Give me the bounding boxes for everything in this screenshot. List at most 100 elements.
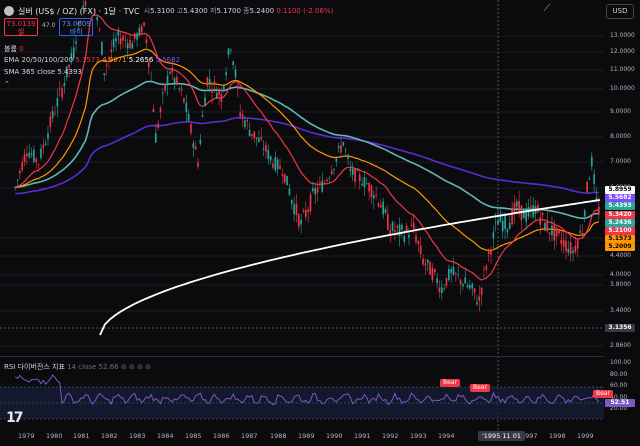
- candle-body: [438, 287, 441, 293]
- candle-body: [492, 232, 495, 239]
- volume-legend[interactable]: 볼륨 0: [4, 44, 24, 54]
- buy-button[interactable]: 73.0609 바이: [59, 18, 94, 36]
- candle-body: [140, 25, 143, 33]
- time-axis-label: 1986: [213, 432, 230, 440]
- price-axis-label: 4.0000: [610, 271, 631, 278]
- candle-body: [466, 284, 469, 288]
- candle-body: [401, 225, 403, 230]
- currency-button[interactable]: USD: [606, 4, 634, 19]
- candle-body: [494, 221, 497, 223]
- symbol-title[interactable]: 실버 (US$ / OZ) (FX) · 1달 · TVC: [18, 6, 140, 17]
- pane-separator[interactable]: [0, 356, 604, 357]
- price-axis-label: 13.0000: [610, 32, 635, 39]
- price-tag: 5.8959: [605, 186, 635, 194]
- candle-body: [21, 162, 24, 171]
- candle-body: [347, 156, 349, 159]
- candle-body: [321, 180, 324, 192]
- sma-legend[interactable]: SMA 365 close 5.4393: [4, 68, 82, 76]
- candle-body: [276, 159, 279, 170]
- candle-body: [340, 145, 342, 153]
- candle-body: [365, 183, 368, 185]
- candle-body: [227, 48, 230, 56]
- time-axis-label: 1994: [438, 432, 455, 440]
- candle-body: [450, 268, 452, 273]
- candle-body: [586, 181, 588, 192]
- candle-body: [279, 165, 281, 169]
- ema200-line: [15, 116, 599, 195]
- candle-body: [110, 49, 113, 53]
- candle-body: [166, 75, 169, 86]
- candle-body: [211, 89, 213, 93]
- tradingview-logo[interactable]: 17: [6, 410, 24, 426]
- collapse-legend-icon[interactable]: ⌃: [4, 80, 10, 88]
- draw-line-icon[interactable]: ⟋: [540, 2, 554, 16]
- ema-legend[interactable]: EMA 20/50/100/200 5.1573 4.9671 5.2656 5…: [4, 56, 180, 64]
- candle-body: [260, 136, 263, 140]
- candle-body: [220, 93, 223, 102]
- candle-body: [576, 240, 579, 249]
- candle-body: [506, 229, 509, 233]
- candle-body: [598, 206, 600, 215]
- candle-body: [302, 210, 305, 212]
- candle-body: [229, 49, 232, 51]
- candle-body: [105, 64, 108, 66]
- price-tag: 5.1573: [605, 235, 635, 244]
- candle-body: [197, 162, 199, 167]
- candle-body: [511, 208, 513, 225]
- candle-body: [194, 146, 197, 150]
- candle-body: [124, 39, 127, 41]
- ema50-line: [15, 48, 599, 252]
- candle-body: [452, 266, 455, 275]
- price-axis-label: 12.0000: [610, 48, 635, 55]
- candle-body: [162, 92, 164, 94]
- candle-body: [208, 79, 211, 83]
- candle-body: [47, 133, 49, 140]
- candle-body: [342, 141, 345, 146]
- candle-body: [213, 81, 216, 84]
- candle-body: [152, 108, 155, 113]
- candle-body: [262, 148, 265, 150]
- candle-body: [469, 285, 471, 289]
- candle-body: [539, 217, 542, 225]
- spread-value: 47.0: [42, 22, 56, 29]
- candle-body: [403, 236, 406, 242]
- candle-body: [473, 288, 476, 293]
- candle-body: [333, 169, 335, 171]
- time-axis-label: 1980: [46, 432, 63, 440]
- candle-body: [328, 177, 331, 179]
- candle-body: [173, 77, 176, 83]
- price-chart[interactable]: [0, 0, 640, 446]
- candle-body: [75, 41, 77, 44]
- candle-body: [136, 33, 138, 40]
- price-axis-label: 11.0000: [610, 66, 635, 73]
- candle-body: [459, 279, 462, 285]
- candle-body: [281, 174, 284, 177]
- candle-body: [274, 156, 277, 171]
- time-axis-label: 1984: [157, 432, 174, 440]
- time-axis-label: 1987: [241, 432, 258, 440]
- candle-body: [431, 267, 434, 281]
- price-axis-label: 3.8000: [610, 281, 631, 288]
- candle-body: [588, 178, 591, 180]
- candle-body: [204, 97, 206, 107]
- candle-body: [384, 209, 387, 213]
- candle-body: [290, 199, 293, 204]
- candle-body: [544, 222, 546, 231]
- candle-body: [244, 120, 246, 128]
- candle-body: [23, 154, 26, 162]
- candle-body: [504, 215, 506, 229]
- candle-body: [206, 77, 209, 86]
- candle-body: [164, 84, 167, 91]
- candle-body: [145, 39, 148, 44]
- candle-body: [14, 187, 16, 189]
- candle-body: [579, 230, 581, 233]
- candle-body: [255, 137, 258, 140]
- trade-boxes: 73.0139 셀 47.0 73.0609 바이: [4, 18, 94, 36]
- candle-body: [232, 61, 234, 66]
- candle-body: [363, 177, 366, 188]
- price-tag: 5.2100: [605, 227, 635, 235]
- rsi-legend[interactable]: RSI 다이버전스 지표 14 close 52.66 ⊘ ⊘ ⊘ ⊘: [4, 362, 151, 372]
- sell-button[interactable]: 73.0139 셀: [4, 18, 38, 36]
- candle-body: [239, 112, 242, 117]
- time-axis-label: 1991: [354, 432, 371, 440]
